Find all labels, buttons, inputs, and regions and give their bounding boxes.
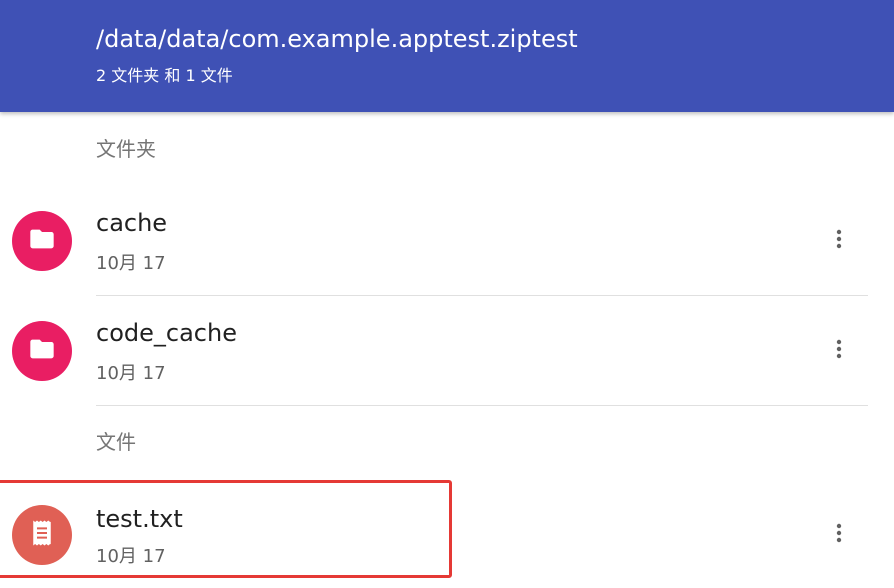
more-vert-icon: [827, 337, 851, 365]
item-name: code_cache: [96, 319, 237, 347]
path-title: /data/data/com.example.apptest.ziptest: [96, 25, 578, 53]
folder-avatar: [12, 321, 72, 381]
list-item-test-txt[interactable]: test.txt 10月 17: [0, 478, 894, 588]
folder-icon: [28, 225, 56, 257]
item-date: 10月 17: [96, 253, 166, 274]
more-options-button[interactable]: [819, 221, 859, 261]
more-options-button[interactable]: [819, 331, 859, 371]
path-summary: 2 文件夹 和 1 文件: [96, 66, 233, 85]
folder-icon: [28, 335, 56, 367]
divider: [96, 405, 868, 406]
app-bar: /data/data/com.example.apptest.ziptest 2…: [0, 0, 894, 112]
list-item-cache[interactable]: cache 10月 17: [0, 186, 894, 296]
item-date: 10月 17: [96, 546, 166, 567]
more-vert-icon: [827, 521, 851, 549]
more-vert-icon: [827, 227, 851, 255]
more-options-button[interactable]: [819, 515, 859, 555]
file-avatar: [12, 505, 72, 565]
list-item-code-cache[interactable]: code_cache 10月 17: [0, 296, 894, 406]
text-file-icon: [27, 518, 57, 552]
folder-avatar: [12, 211, 72, 271]
folders-section-header: 文件夹: [96, 137, 156, 161]
item-date: 10月 17: [96, 363, 166, 384]
files-section-header: 文件: [96, 430, 136, 454]
item-name: cache: [96, 209, 168, 237]
item-name: test.txt: [96, 505, 183, 533]
